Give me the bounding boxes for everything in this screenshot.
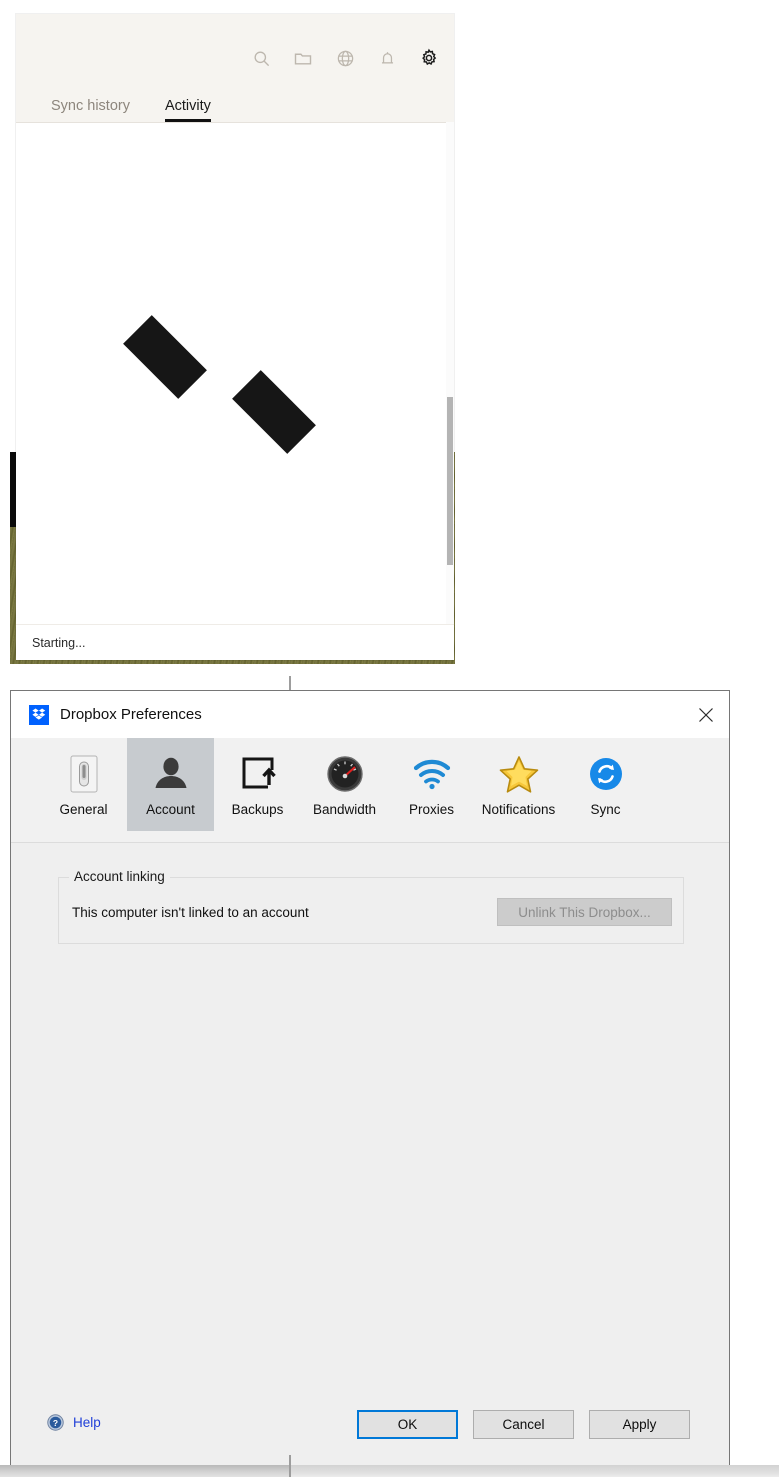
dialog-body: Account linking This computer isn't link… [11, 843, 729, 1471]
tab-bandwidth[interactable]: Bandwidth [301, 738, 388, 831]
dropbox-preferences-dialog: Dropbox Preferences General Account Back… [10, 690, 730, 1472]
tab-label: Proxies [408, 802, 454, 817]
sync-circle-icon [587, 752, 625, 796]
activity-content-area [16, 122, 454, 626]
speedometer-icon [325, 752, 365, 796]
unlink-this-dropbox-button[interactable]: Unlink This Dropbox... [497, 898, 672, 926]
apply-button[interactable]: Apply [589, 1410, 690, 1439]
help-link[interactable]: ? Help [47, 1414, 101, 1431]
account-linking-group: Account linking This computer isn't link… [58, 869, 684, 944]
globe-icon[interactable] [334, 47, 356, 69]
tab-sync[interactable]: Sync [562, 738, 649, 831]
status-text: Starting... [32, 635, 86, 650]
cancel-button[interactable]: Cancel [473, 1410, 574, 1439]
ok-button[interactable]: OK [357, 1410, 458, 1439]
tab-label: Account [146, 802, 195, 817]
close-icon[interactable] [683, 691, 729, 738]
tab-label: Sync [590, 802, 621, 817]
loading-diamond-shape [123, 315, 207, 399]
tab-account[interactable]: Account [127, 738, 214, 831]
activity-window-header: Sync history Activity [16, 14, 454, 122]
dropbox-logo-icon [29, 704, 49, 725]
gear-icon[interactable] [418, 47, 440, 69]
tab-label: General [59, 802, 108, 817]
activity-status-bar: Starting... [16, 624, 454, 660]
folder-icon[interactable] [292, 47, 314, 69]
search-icon[interactable] [250, 47, 272, 69]
dialog-titlebar[interactable]: Dropbox Preferences [11, 691, 729, 738]
account-link-status: This computer isn't linked to an account [72, 905, 309, 920]
dialog-title: Dropbox Preferences [60, 706, 202, 723]
tab-proxies[interactable]: Proxies [388, 738, 475, 831]
preferences-tabstrip: General Account Backups Bandwidth Proxie… [11, 738, 729, 843]
tab-backups[interactable]: Backups [214, 738, 301, 831]
backup-upload-icon [238, 752, 278, 796]
dropbox-activity-window: Sync history Activity Starting... [16, 14, 454, 660]
activity-scrollbar-track[interactable] [446, 122, 454, 625]
loading-diamond-shape [232, 370, 316, 454]
tab-sync-history[interactable]: Sync history [51, 98, 130, 122]
tab-label: Backups [231, 802, 284, 817]
activity-scrollbar-thumb[interactable] [447, 397, 453, 565]
help-label: Help [73, 1415, 101, 1430]
tab-general[interactable]: General [40, 738, 127, 831]
activity-header-iconbar [250, 47, 440, 69]
tab-notifications[interactable]: Notifications [475, 738, 562, 831]
tab-label: Notifications [481, 802, 556, 817]
tab-label: Bandwidth [312, 802, 377, 817]
activity-window-tabs: Sync history Activity [16, 92, 211, 122]
person-icon [151, 752, 191, 796]
taskbar-strip-right [291, 1465, 779, 1477]
help-question-icon: ? [47, 1414, 64, 1431]
group-title: Account linking [69, 869, 170, 884]
star-icon [498, 752, 540, 796]
wifi-icon [412, 752, 452, 796]
taskbar-divider-tick [289, 1455, 291, 1477]
svg-text:?: ? [53, 1418, 58, 1428]
light-switch-icon [67, 752, 101, 796]
tab-activity[interactable]: Activity [164, 98, 211, 122]
dialog-footer: ? Help OK Cancel Apply [11, 1393, 729, 1471]
dialog-action-buttons: OK Cancel Apply [357, 1410, 690, 1439]
bell-icon[interactable] [376, 47, 398, 69]
